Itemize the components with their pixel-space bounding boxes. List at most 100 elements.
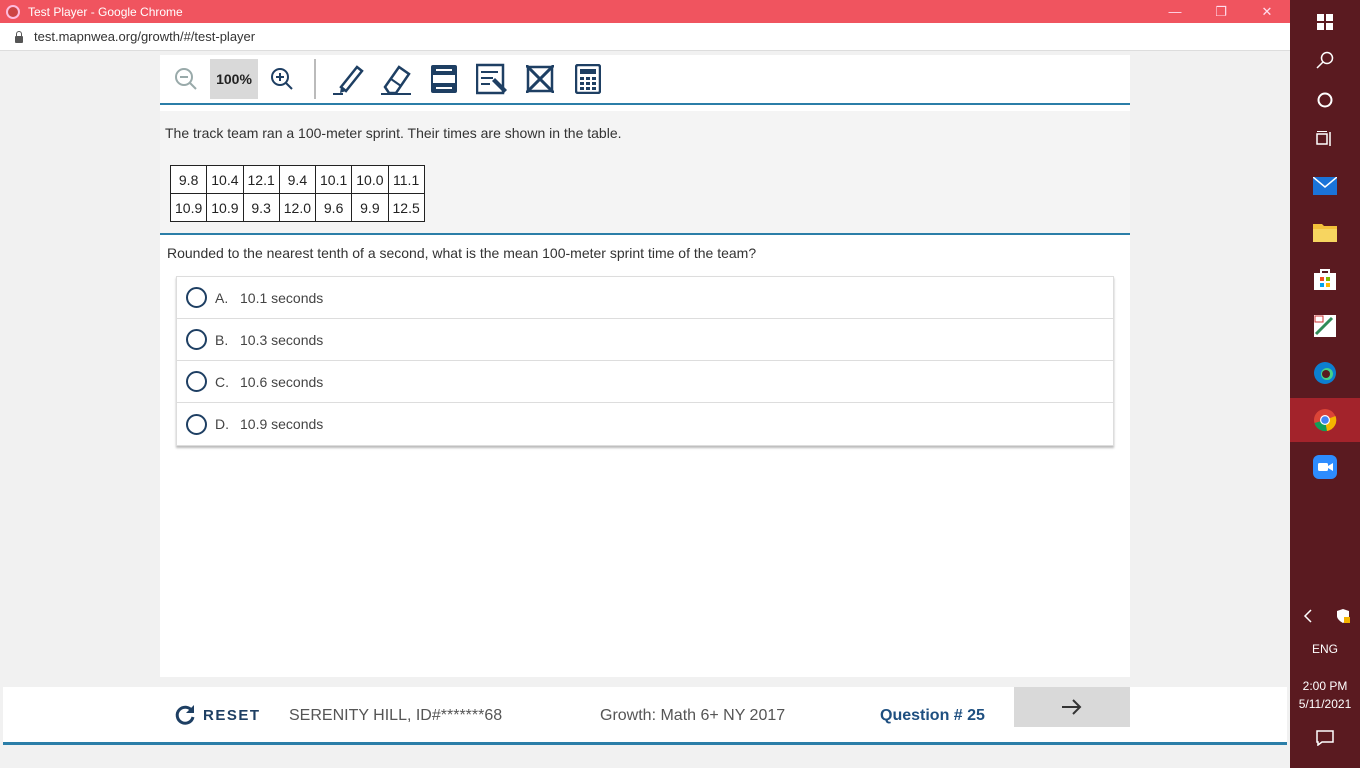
whiteboard-app[interactable] bbox=[1290, 304, 1360, 348]
bottom-bar: RESET SERENITY HILL, ID#*******68 Growth… bbox=[3, 687, 1287, 745]
action-center-button[interactable] bbox=[1290, 716, 1360, 760]
store-app[interactable] bbox=[1290, 257, 1360, 301]
choice-d[interactable]: D. 10.9 seconds bbox=[177, 403, 1113, 445]
stimulus-passage: The track team ran a 100-meter sprint. T… bbox=[160, 111, 1130, 235]
chrome-app-icon bbox=[6, 4, 20, 19]
table-cell: 12.1 bbox=[242, 165, 280, 194]
clock-time[interactable]: 2:00 PM bbox=[1290, 679, 1360, 693]
radio-button[interactable] bbox=[186, 413, 207, 435]
answer-eliminator-button[interactable] bbox=[516, 59, 564, 99]
folder-icon bbox=[1313, 224, 1337, 242]
choice-letter: C. bbox=[215, 373, 229, 390]
zoom-in-button[interactable] bbox=[258, 59, 306, 99]
task-view-icon bbox=[1316, 131, 1331, 146]
table-cell: 9.6 bbox=[314, 193, 353, 222]
show-hidden-icons-button[interactable] bbox=[1290, 594, 1325, 638]
sprint-times-table: 9.8 10.4 12.1 9.4 10.1 10.0 11.1 10.9 10… bbox=[169, 165, 425, 222]
close-icon[interactable]: ✕ bbox=[1244, 4, 1290, 20]
zoom-level: 100% bbox=[210, 59, 258, 99]
table-cell: 10.9 bbox=[169, 193, 208, 222]
store-icon bbox=[1314, 269, 1336, 290]
mail-icon bbox=[1313, 177, 1337, 195]
test-name: Growth: Math 6+ NY 2017 bbox=[600, 707, 786, 724]
url-text[interactable]: test.mapnwea.org/growth/#/test-player bbox=[34, 29, 255, 44]
choice-b[interactable]: B. 10.3 seconds bbox=[177, 319, 1113, 361]
calculator-button[interactable] bbox=[564, 59, 612, 99]
table-cell: 9.4 bbox=[278, 165, 317, 194]
radio-button[interactable] bbox=[186, 371, 207, 392]
eraser-icon bbox=[381, 65, 411, 95]
notepad-icon bbox=[476, 63, 507, 95]
answer-eliminator-icon bbox=[526, 65, 554, 93]
lock-icon bbox=[14, 30, 24, 43]
search-button[interactable] bbox=[1290, 38, 1360, 82]
cortana-button[interactable] bbox=[1290, 78, 1360, 122]
line-reader-icon bbox=[431, 65, 457, 93]
line-reader-button[interactable] bbox=[420, 59, 468, 99]
reset-button[interactable]: RESET bbox=[173, 697, 261, 733]
eraser-button[interactable] bbox=[372, 59, 420, 99]
chrome-icon bbox=[1314, 409, 1337, 432]
choice-text: 10.9 seconds bbox=[240, 416, 324, 432]
arrow-right-icon bbox=[1062, 699, 1082, 715]
windows-taskbar: ENG 2:00 PM 5/11/2021 bbox=[1290, 0, 1360, 768]
shield-icon bbox=[1336, 609, 1350, 623]
highlighter-button[interactable] bbox=[324, 59, 372, 99]
window-title: Test Player - Google Chrome bbox=[28, 4, 183, 19]
choice-letter: B. bbox=[215, 331, 229, 348]
test-page: 100% The track team ran a 100-meter spri… bbox=[0, 51, 1290, 768]
tool-bar: 100% bbox=[160, 55, 1130, 105]
address-bar[interactable]: test.mapnwea.org/growth/#/test-player bbox=[0, 23, 1290, 51]
zoom-app[interactable] bbox=[1290, 445, 1360, 489]
table-cell: 10.9 bbox=[206, 193, 244, 222]
highlighter-icon bbox=[333, 65, 364, 95]
zoom-out-button[interactable] bbox=[162, 59, 210, 99]
browser-titlebar: Test Player - Google Chrome — ❐ ✕ bbox=[0, 0, 1290, 23]
notification-icon bbox=[1316, 730, 1334, 746]
refresh-icon bbox=[175, 705, 195, 725]
security-tray-button[interactable] bbox=[1325, 594, 1360, 638]
zoom-out-icon bbox=[175, 68, 197, 90]
calculator-icon bbox=[575, 64, 601, 94]
student-info: SERENITY HILL, ID#*******68 bbox=[289, 707, 503, 724]
table-row: 10.9 10.9 9.3 12.0 9.6 9.9 12.5 bbox=[169, 193, 425, 222]
choice-text: 10.3 seconds bbox=[240, 331, 324, 348]
radio-button[interactable] bbox=[186, 329, 207, 350]
zoom-in-icon bbox=[271, 68, 293, 90]
choice-letter: D. bbox=[215, 416, 229, 432]
choice-text: 10.1 seconds bbox=[240, 289, 324, 306]
cortana-icon bbox=[1317, 92, 1333, 108]
test-panel: 100% The track team ran a 100-meter spri… bbox=[160, 55, 1130, 677]
task-view-button[interactable] bbox=[1290, 117, 1360, 161]
next-button[interactable] bbox=[1014, 687, 1130, 727]
edge-app[interactable] bbox=[1290, 351, 1360, 395]
whiteboard-icon bbox=[1314, 315, 1336, 337]
question-number: Question # 25 bbox=[880, 707, 985, 724]
search-icon bbox=[1316, 51, 1334, 69]
table-cell: 11.1 bbox=[387, 165, 425, 194]
table-row: 9.8 10.4 12.1 9.4 10.1 10.0 11.1 bbox=[169, 165, 425, 194]
zoom-meeting-icon bbox=[1313, 455, 1337, 479]
table-cell: 10.0 bbox=[351, 165, 389, 194]
file-explorer-app[interactable] bbox=[1290, 210, 1360, 254]
edge-icon bbox=[1314, 362, 1336, 384]
table-cell: 12.0 bbox=[278, 193, 317, 222]
table-cell: 9.8 bbox=[169, 165, 208, 194]
choice-c[interactable]: C. 10.6 seconds bbox=[177, 361, 1113, 403]
radio-button[interactable] bbox=[186, 287, 207, 308]
stimulus-text: The track team ran a 100-meter sprint. T… bbox=[165, 125, 622, 141]
clock-date[interactable]: 5/11/2021 bbox=[1290, 697, 1360, 711]
minimize-icon[interactable]: — bbox=[1152, 4, 1198, 19]
mail-app[interactable] bbox=[1290, 164, 1360, 208]
table-cell: 9.3 bbox=[242, 193, 280, 222]
reset-label: RESET bbox=[203, 706, 261, 724]
choice-a[interactable]: A. 10.1 seconds bbox=[177, 277, 1113, 319]
language-indicator[interactable]: ENG bbox=[1290, 642, 1360, 656]
chrome-app[interactable] bbox=[1290, 398, 1360, 442]
notepad-button[interactable] bbox=[468, 59, 516, 99]
restore-icon[interactable]: ❐ bbox=[1198, 4, 1244, 20]
toolbar-divider bbox=[314, 59, 316, 99]
table-cell: 10.1 bbox=[314, 165, 353, 194]
table-cell: 12.5 bbox=[387, 193, 425, 222]
table-cell: 9.9 bbox=[351, 193, 389, 222]
